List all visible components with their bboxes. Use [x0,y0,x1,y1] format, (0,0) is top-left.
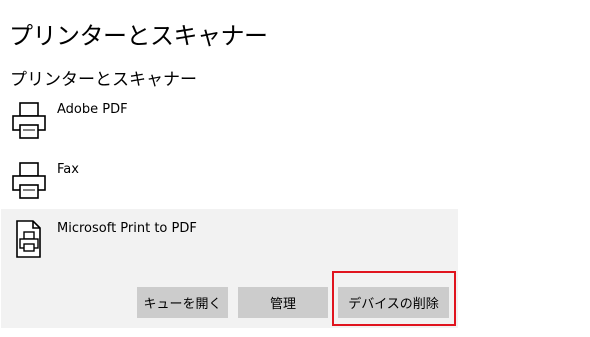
device-item-fax[interactable]: Fax [1,153,458,209]
remove-device-button[interactable]: デバイスの削除 [338,287,449,318]
open-queue-button[interactable]: キューを開く [137,287,228,318]
section-title: プリンターとスキャナー [10,70,197,90]
printer-icon [12,162,46,199]
device-item-adobe-pdf[interactable]: Adobe PDF [1,93,458,149]
printer-icon [12,102,46,139]
device-name: Adobe PDF [57,102,128,117]
device-name: Fax [57,162,79,177]
device-item-microsoft-print-to-pdf[interactable]: Microsoft Print to PDF キューを開く 管理 デバイスの削除 [1,209,458,328]
printer-document-icon [16,220,41,258]
manage-button[interactable]: 管理 [238,287,328,318]
device-name: Microsoft Print to PDF [57,221,197,236]
page-title: プリンターとスキャナー [9,22,268,50]
